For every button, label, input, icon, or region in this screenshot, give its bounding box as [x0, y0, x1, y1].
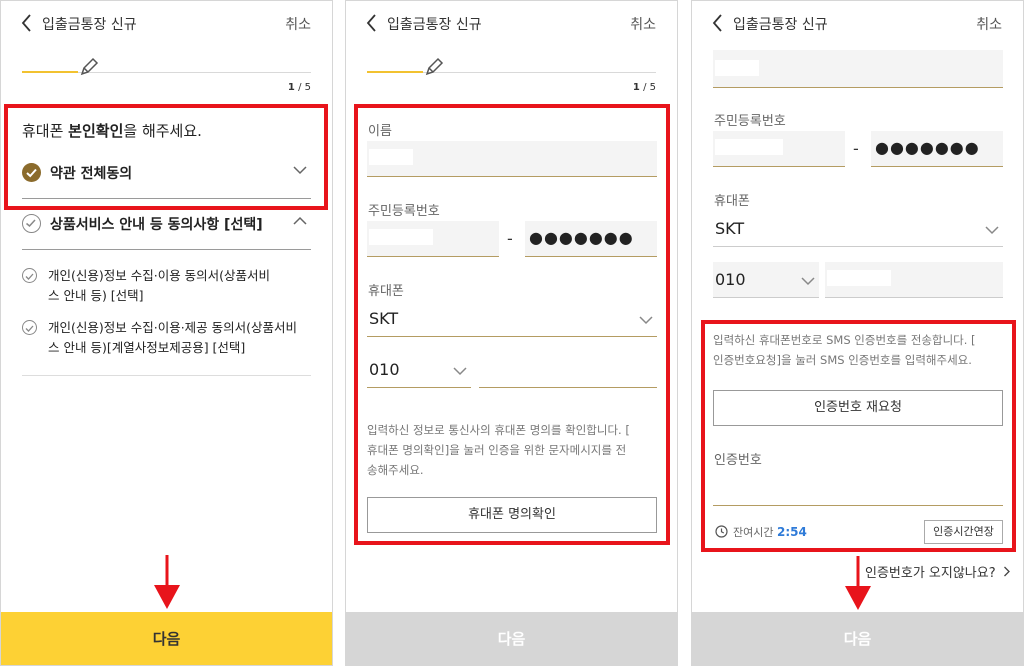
- phone-label: 휴대폰: [368, 284, 404, 299]
- chevron-down-icon: [453, 367, 467, 376]
- item-text-line: 스 안내 등) [선택]: [48, 288, 144, 303]
- progress-bar: [22, 71, 311, 73]
- page-title: 입출금통장 신규: [733, 17, 828, 33]
- item-text-line: 스 안내 등)[계열사정보제공용] [선택]: [48, 340, 246, 355]
- name-label: 이름: [368, 124, 392, 139]
- rrn-front-input[interactable]: [713, 131, 845, 167]
- masked-value: ●●●●●●●: [529, 228, 634, 247]
- step-indicator: 1 / 5: [287, 82, 311, 93]
- carrier-value: SKT: [715, 219, 745, 238]
- optional-group-label: 상품서비스 안내 등 동의사항 [선택]: [50, 217, 263, 233]
- page-title: 입출금통장 신규: [42, 17, 137, 33]
- prefix-select[interactable]: 010: [713, 262, 819, 298]
- carrier-select[interactable]: SKT: [367, 301, 657, 337]
- phone-number-input[interactable]: [825, 262, 1003, 298]
- rrn-front-input[interactable]: [367, 221, 499, 257]
- prefix-value: 010: [715, 270, 746, 289]
- resend-code-button[interactable]: 인증번호 재요청: [713, 390, 1003, 426]
- rrn-back-input[interactable]: ●●●●●●●: [525, 221, 657, 257]
- divider: [22, 249, 311, 250]
- extend-time-button[interactable]: 인증시간연장: [924, 520, 1003, 544]
- back-icon[interactable]: [20, 13, 34, 33]
- remaining-time: 잔여시간 2:54: [733, 525, 807, 539]
- back-icon[interactable]: [711, 13, 725, 33]
- masked-value: ●●●●●●●: [875, 138, 980, 157]
- code-not-received-link[interactable]: 인증번호가 오지않나요?: [865, 562, 1011, 581]
- list-item[interactable]: 개인(신용)정보 수집·이용 동의서(상품서비스 안내 등) [선택]: [22, 266, 311, 306]
- notice-text: 입력하신 휴대폰번호로 SMS 인증번호를 전송합니다. [ 인증번호요청]을 …: [713, 333, 976, 367]
- chevron-down-icon[interactable]: [293, 165, 307, 175]
- item-text-line: 개인(신용)정보 수집·이용 동의서(상품서비: [48, 268, 271, 283]
- pencil-icon: [425, 57, 444, 76]
- name-input[interactable]: [713, 50, 1003, 88]
- check-outline-icon: [22, 268, 37, 283]
- app-header: 입출금통장 신규 취소: [345, 8, 678, 40]
- progress-fill: [367, 71, 423, 73]
- step-indicator: 1 / 5: [632, 82, 656, 93]
- instruction-title: 휴대폰 본인확인을 해주세요.: [22, 122, 202, 140]
- next-button[interactable]: 다음: [0, 612, 333, 666]
- back-icon[interactable]: [365, 13, 379, 33]
- chevron-down-icon: [985, 226, 999, 235]
- progress-fill: [22, 71, 78, 73]
- rrn-label: 주민등록번호: [368, 204, 440, 219]
- screen-phone-verify: 입출금통장 신규 취소 1 / 5 이름 주민등록번호 - ●●●●●●● 휴대…: [345, 0, 678, 666]
- divider: [22, 375, 311, 376]
- screen-sms-verify: 입출금통장 신규 취소 주민등록번호 - ●●●●●●● 휴대폰 SKT 010…: [691, 0, 1024, 666]
- chevron-down-icon: [801, 277, 815, 286]
- page-title: 입출금통장 신규: [387, 17, 482, 33]
- code-input[interactable]: [713, 470, 1003, 506]
- app-header: 입출금통장 신규 취소: [691, 8, 1024, 40]
- list-item[interactable]: 개인(신용)정보 수집·이용·제공 동의서(상품서비스 안내 등)[계열사정보제…: [22, 318, 311, 358]
- item-text-line: 개인(신용)정보 수집·이용·제공 동의서(상품서비: [48, 320, 298, 335]
- rrn-dash: -: [853, 139, 859, 158]
- chevron-up-icon[interactable]: [293, 216, 307, 226]
- code-label: 인증번호: [714, 453, 762, 468]
- rrn-dash: -: [507, 229, 513, 248]
- timer-value: 2:54: [776, 525, 807, 539]
- notice-text: 입력하신 정보로 통신사의 휴대폰 명의를 확인합니다. [ 휴대폰 명의확인]…: [367, 423, 630, 477]
- chevron-right-icon: [1003, 566, 1010, 577]
- optional-group-row[interactable]: 상품서비스 안내 등 동의사항 [선택]: [22, 206, 311, 246]
- rrn-back-input[interactable]: ●●●●●●●: [871, 131, 1003, 167]
- app-header: 입출금통장 신규 취소: [0, 8, 333, 40]
- pencil-icon: [80, 57, 99, 76]
- check-outline-icon: [22, 320, 37, 335]
- rrn-label: 주민등록번호: [714, 114, 786, 129]
- phone-label: 휴대폰: [714, 194, 750, 209]
- next-button[interactable]: 다음: [345, 612, 678, 666]
- chevron-down-icon: [639, 316, 653, 325]
- divider: [22, 198, 311, 199]
- carrier-value: SKT: [369, 309, 399, 328]
- cancel-button[interactable]: 취소: [976, 14, 1002, 34]
- arrow-down-icon: [154, 555, 180, 609]
- agree-all-label: 약관 전체동의: [50, 166, 133, 182]
- cancel-button[interactable]: 취소: [630, 14, 656, 34]
- carrier-select[interactable]: SKT: [713, 211, 1003, 247]
- clock-icon: [715, 525, 728, 538]
- cancel-button[interactable]: 취소: [285, 14, 311, 34]
- check-filled-icon: [22, 163, 41, 182]
- check-outline-icon: [22, 214, 41, 233]
- progress-bar: [367, 71, 656, 73]
- prefix-select[interactable]: 010: [367, 352, 471, 388]
- next-button[interactable]: 다음: [691, 612, 1024, 666]
- screen-agreement: 입출금통장 신규 취소 1 / 5 휴대폰 본인확인을 해주세요. 약관 전체동…: [0, 0, 333, 666]
- verify-phone-button[interactable]: 휴대폰 명의확인: [367, 497, 657, 533]
- agree-all-row[interactable]: 약관 전체동의: [22, 155, 311, 195]
- prefix-value: 010: [369, 360, 400, 379]
- name-input[interactable]: [367, 141, 657, 177]
- phone-number-input[interactable]: [479, 352, 657, 388]
